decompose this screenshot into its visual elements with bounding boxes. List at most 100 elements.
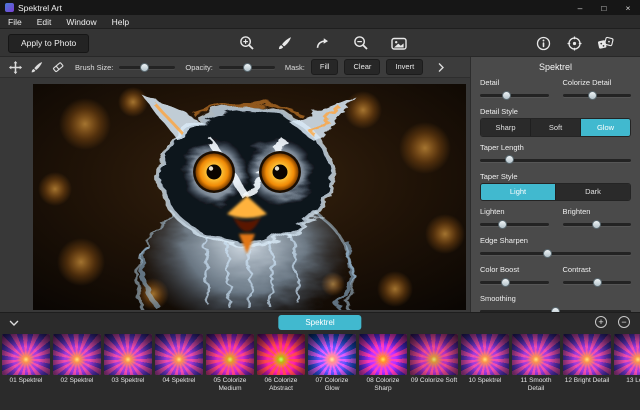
- canvas-image[interactable]: [33, 84, 466, 310]
- preset-thumbnail: [563, 334, 611, 375]
- preset-thumbnail: [512, 334, 560, 375]
- paint-brush-tool-icon[interactable]: [29, 60, 44, 75]
- owl-artwork: [33, 84, 466, 310]
- preset-thumbnail: [2, 334, 50, 375]
- brighten-slider[interactable]: [563, 218, 632, 230]
- preset-item[interactable]: 06 Colorize Abstract: [257, 334, 305, 393]
- mask-fill-button[interactable]: Fill: [311, 59, 339, 75]
- menu-window[interactable]: Window: [66, 17, 96, 27]
- move-tool-icon[interactable]: [8, 60, 23, 75]
- preset-thumbnail: [308, 334, 356, 375]
- titlebar: Spektrel Art – □ ×: [0, 0, 640, 15]
- remove-preset-button[interactable]: −: [618, 316, 630, 328]
- preset-thumbnail: [53, 334, 101, 375]
- preset-item[interactable]: 02 Spektrel: [53, 334, 101, 393]
- contrast-label: Contrast: [563, 265, 632, 274]
- preset-item[interactable]: 08 Colorize Sharp: [359, 334, 407, 393]
- preset-category-tab[interactable]: Spektrel: [278, 315, 361, 330]
- lighten-label: Lighten: [480, 207, 549, 216]
- app-icon: [5, 3, 14, 12]
- color-boost-label: Color Boost: [480, 265, 549, 274]
- presets-panel: Spektrel + − 01 Spektrel 02 Spektrel 03 …: [0, 312, 640, 410]
- preset-item[interactable]: 09 Colorize Soft: [410, 334, 458, 393]
- detail-style-soft-button[interactable]: Soft: [531, 119, 581, 136]
- menu-help[interactable]: Help: [112, 17, 129, 27]
- preset-thumbnail: [614, 334, 640, 375]
- preset-actions: + −: [595, 316, 630, 328]
- smoothing-slider[interactable]: [480, 305, 631, 312]
- brush-toolbar: Brush Size: Opacity: Mask: Fill Clear In…: [0, 57, 470, 78]
- edge-sharpen-label: Edge Sharpen: [480, 236, 631, 245]
- preset-strip: 01 Spektrel 02 Spektrel 03 Spektrel 04 S…: [0, 332, 640, 393]
- preset-item[interactable]: 13 Long: [614, 334, 640, 393]
- zoom-in-icon[interactable]: [238, 35, 255, 51]
- eraser-tool-icon[interactable]: [50, 60, 65, 75]
- mask-label: Mask:: [285, 63, 305, 72]
- mask-clear-button[interactable]: Clear: [344, 59, 380, 75]
- taper-style-dark-button[interactable]: Dark: [556, 184, 630, 201]
- window-title: Spektrel Art: [18, 3, 62, 13]
- preset-item[interactable]: 03 Spektrel: [104, 334, 152, 393]
- taper-style-light-button[interactable]: Light: [481, 184, 556, 201]
- preset-thumbnail: [155, 334, 203, 375]
- menu-edit[interactable]: Edit: [37, 17, 52, 27]
- edge-sharpen-slider[interactable]: [480, 247, 631, 259]
- info-icon[interactable]: [535, 35, 552, 51]
- window-controls: – □ ×: [568, 0, 640, 15]
- preset-item[interactable]: 10 Spektrel: [461, 334, 509, 393]
- apply-to-photo-button[interactable]: Apply to Photo: [8, 34, 89, 53]
- preset-item[interactable]: 07 Colorize Glow: [308, 334, 356, 393]
- smoothing-label: Smoothing: [480, 294, 631, 303]
- presets-bar: Spektrel + −: [0, 313, 640, 332]
- detail-style-glow-button[interactable]: Glow: [581, 119, 630, 136]
- detail-style-sharp-button[interactable]: Sharp: [481, 119, 531, 136]
- app-window: Spektrel Art – □ × File Edit Window Help…: [0, 0, 640, 410]
- detail-style-segment: Sharp Soft Glow: [480, 118, 631, 137]
- preset-thumbnail: [206, 334, 254, 375]
- close-button[interactable]: ×: [616, 0, 640, 15]
- preset-thumbnail: [359, 334, 407, 375]
- chevron-down-icon[interactable]: [7, 317, 21, 329]
- preset-item[interactable]: 01 Spektrel: [2, 334, 50, 393]
- main-toolbar: Apply to Photo: [0, 29, 640, 57]
- maximize-button[interactable]: □: [592, 0, 616, 15]
- preset-item[interactable]: 04 Spektrel: [155, 334, 203, 393]
- taper-style-segment: Light Dark: [480, 183, 631, 202]
- undo-arrow-icon[interactable]: [314, 35, 331, 51]
- opacity-label: Opacity:: [185, 63, 213, 72]
- brush-icon[interactable]: [276, 35, 293, 51]
- menu-file[interactable]: File: [8, 17, 22, 27]
- preset-thumbnail: [410, 334, 458, 375]
- colorize-detail-label: Colorize Detail: [563, 78, 632, 87]
- toolbar-right-icons: [535, 35, 614, 51]
- taper-style-label: Taper Style: [480, 172, 631, 181]
- color-boost-slider[interactable]: [480, 276, 549, 288]
- target-icon[interactable]: [566, 35, 583, 51]
- contrast-slider[interactable]: [563, 276, 632, 288]
- brush-size-slider[interactable]: [119, 61, 175, 73]
- dice-icon[interactable]: [597, 35, 614, 51]
- image-view-icon[interactable]: [390, 35, 407, 51]
- add-preset-button[interactable]: +: [595, 316, 607, 328]
- brighten-label: Brighten: [563, 207, 632, 216]
- canvas-area: [0, 78, 470, 312]
- preset-item[interactable]: 05 Colorize Medium: [206, 334, 254, 393]
- toolbar-center-icons: [238, 35, 407, 51]
- preset-thumbnail: [461, 334, 509, 375]
- detail-slider[interactable]: [480, 89, 549, 101]
- minimize-button[interactable]: –: [568, 0, 592, 15]
- colorize-detail-slider[interactable]: [563, 89, 632, 101]
- mask-invert-button[interactable]: Invert: [386, 59, 423, 75]
- taper-length-slider[interactable]: [480, 154, 631, 166]
- zoom-out-icon[interactable]: [352, 35, 369, 51]
- preset-item[interactable]: 12 Bright Detail: [563, 334, 611, 393]
- opacity-slider[interactable]: [219, 61, 275, 73]
- detail-style-label: Detail Style: [480, 107, 631, 116]
- taper-length-label: Taper Length: [480, 143, 631, 152]
- chevron-right-icon[interactable]: [433, 60, 448, 75]
- lighten-slider[interactable]: [480, 218, 549, 230]
- preset-thumbnail: [104, 334, 152, 375]
- menubar: File Edit Window Help: [0, 15, 640, 29]
- preset-item[interactable]: 11 Smooth Detail: [512, 334, 560, 393]
- settings-panel-title: Spektrel: [471, 57, 640, 77]
